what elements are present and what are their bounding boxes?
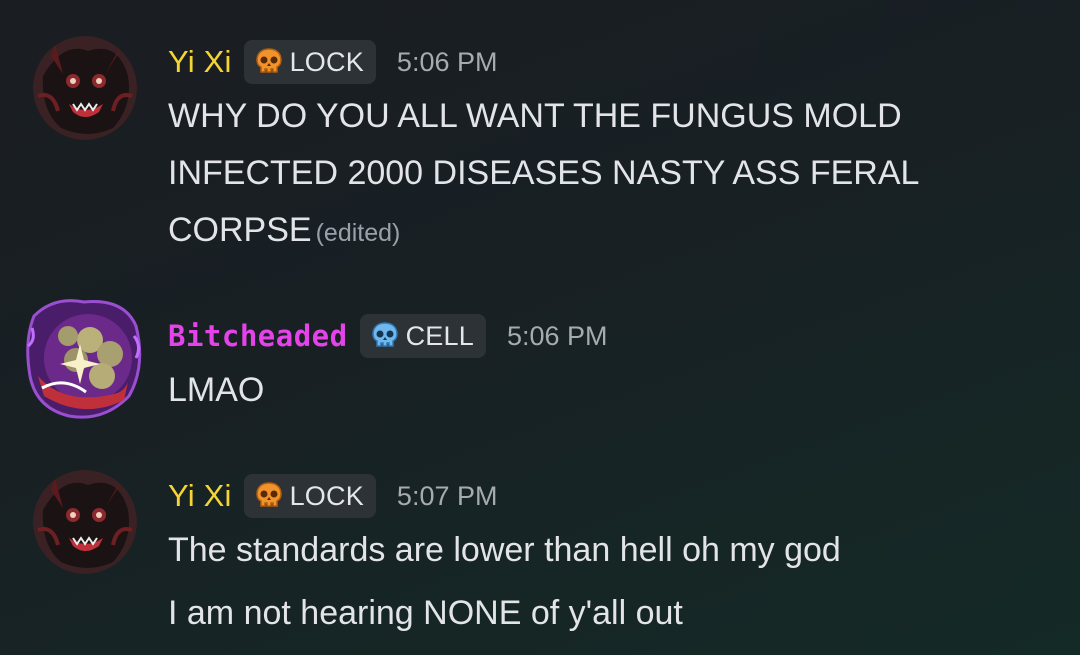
tag-label: CELL: [405, 320, 474, 351]
message-header: Yi Xi LOCK 5:07 PM: [168, 472, 497, 520]
username[interactable]: Yi Xi: [168, 44, 232, 80]
server-tag[interactable]: LOCK: [243, 474, 376, 518]
tag-label: LOCK: [289, 46, 364, 77]
edited-label: (edited): [315, 219, 401, 247]
blue-skull-icon: [370, 321, 400, 351]
orange-skull-icon: [254, 481, 284, 511]
message-header: Yi Xi LOCK 5:06 PM: [168, 38, 497, 86]
username[interactable]: Yi Xi: [168, 478, 232, 514]
username[interactable]: Bitcheaded: [168, 319, 348, 353]
message-text: The standards are lower than hell oh my …: [168, 522, 1048, 642]
message-content: WHY DO YOU ALL WANT THE FUNGUS MOLD INFE…: [168, 97, 919, 249]
orange-skull-icon: [254, 47, 284, 77]
message-header: Bitcheaded CELL 5:06 PM: [168, 312, 608, 360]
avatar[interactable]: [24, 296, 144, 422]
server-tag[interactable]: LOCK: [243, 40, 376, 84]
message-text: LMAO: [168, 362, 1048, 419]
message-content: LMAO: [168, 371, 265, 409]
message-text: WHY DO YOU ALL WANT THE FUNGUS MOLD INFE…: [168, 88, 1048, 262]
message-line: I am not hearing NONE of y'all out: [168, 594, 683, 632]
avatar[interactable]: [33, 470, 137, 574]
timestamp: 5:07 PM: [396, 480, 498, 511]
message-line: The standards are lower than hell oh my …: [168, 531, 841, 569]
timestamp: 5:06 PM: [396, 46, 498, 77]
timestamp: 5:06 PM: [506, 320, 608, 351]
server-tag[interactable]: CELL: [359, 314, 486, 358]
avatar[interactable]: [33, 36, 137, 140]
tag-label: LOCK: [289, 480, 364, 511]
